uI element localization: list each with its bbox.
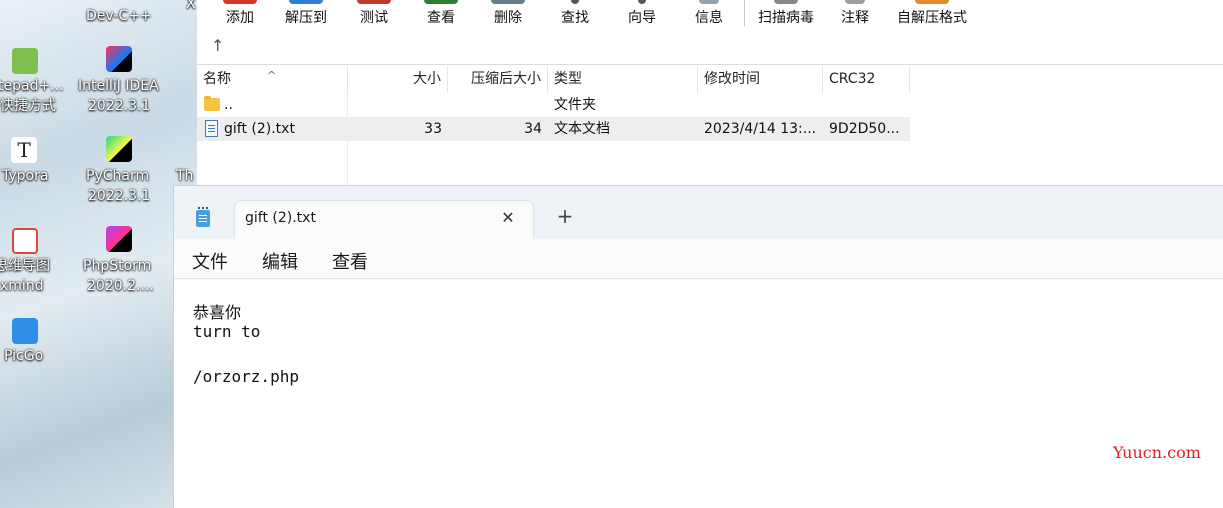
- row-packed-size: 34: [524, 121, 542, 137]
- add-icon: [223, 0, 257, 4]
- desktop-label-partial-x[interactable]: X: [186, 0, 196, 14]
- scan-virus-button[interactable]: 扫描病毒: [753, 0, 819, 30]
- desktop-label-xmind-2[interactable]: xmind: [0, 276, 44, 296]
- intellij-idea-icon[interactable]: [106, 46, 132, 72]
- extract-icon: [289, 0, 323, 4]
- menu-view[interactable]: 查看: [332, 248, 368, 274]
- notepad-tab-title: gift (2).txt: [245, 210, 316, 226]
- scan-virus-button-label: 扫描病毒: [758, 10, 814, 26]
- column-header-crc[interactable]: CRC32: [823, 66, 910, 93]
- table-row[interactable]: .. 文件夹: [197, 93, 910, 117]
- test-button-label: 测试: [360, 10, 388, 26]
- comment-button-label: 注释: [841, 10, 869, 26]
- notepad-tab[interactable]: gift (2).txt ✕: [234, 200, 534, 240]
- info-button[interactable]: 信息: [689, 0, 729, 30]
- wizard-button-label: 向导: [628, 10, 656, 26]
- extract-to-button-label: 解压到: [285, 10, 327, 26]
- pycharm-icon[interactable]: [106, 136, 132, 162]
- find-icon: [571, 0, 579, 4]
- table-row-selected[interactable]: gift (2).txt 33 34 文本文档 2023/4/14 13:...…: [197, 117, 910, 141]
- add-button[interactable]: 添加: [219, 0, 261, 30]
- desktop-label-xmind-1[interactable]: 思维导图: [0, 256, 50, 276]
- row-crc: 9D2D50...: [829, 121, 900, 137]
- row-name: gift (2).txt: [224, 121, 295, 137]
- text-file-icon: [205, 120, 218, 137]
- toolbar-border: [197, 64, 1223, 65]
- delete-icon: [491, 0, 525, 4]
- editor-line-4: /orzorz.php: [193, 367, 299, 386]
- wizard-icon: [638, 0, 646, 4]
- notepad-app-icon: [194, 207, 212, 227]
- comment-icon: [845, 0, 865, 4]
- close-tab-icon[interactable]: ✕: [497, 207, 519, 229]
- phpstorm-icon[interactable]: [106, 226, 132, 252]
- xmind-icon[interactable]: [12, 228, 38, 254]
- delete-button[interactable]: 删除: [488, 0, 528, 30]
- archive-window: 添加 解压到 测试 查看 删除 查找 向导 信息 扫描病毒 注释 自解压格式 ↑…: [197, 0, 1223, 188]
- test-icon: [357, 0, 391, 4]
- desktop-label-devcpp[interactable]: Dev-C++: [86, 6, 152, 26]
- sort-ascending-icon: ^: [267, 69, 277, 82]
- wizard-button[interactable]: 向导: [622, 0, 662, 30]
- info-icon: [699, 0, 719, 4]
- desktop-label-phpstorm-1[interactable]: PhpStorm: [83, 256, 151, 276]
- test-button[interactable]: 测试: [354, 0, 394, 30]
- editor-line-1: 恭喜你: [193, 303, 242, 322]
- menu-edit[interactable]: 编辑: [262, 248, 298, 274]
- column-header-size[interactable]: 大小: [348, 66, 448, 93]
- column-header-type[interactable]: 类型: [548, 66, 698, 93]
- desktop-label-notepadpp-2[interactable]: 快捷方式: [0, 96, 56, 116]
- notepad-window: gift (2).txt ✕ + 文件 编辑 查看 恭喜你 turn to /o…: [173, 185, 1223, 508]
- find-button[interactable]: 查找: [555, 0, 595, 30]
- new-tab-button[interactable]: +: [554, 205, 576, 227]
- column-header-packed[interactable]: 压缩后大小: [448, 66, 548, 93]
- picgo-icon[interactable]: [12, 318, 38, 344]
- desktop-label-pycharm-2[interactable]: 2022.3.1: [88, 186, 150, 206]
- desktop-label-notepadpp-1[interactable]: tepad+...: [0, 76, 64, 96]
- folder-icon: [204, 96, 220, 111]
- row-name: ..: [224, 97, 233, 113]
- comment-button[interactable]: 注释: [835, 0, 875, 30]
- watermark: Yuucn.com: [1113, 443, 1201, 462]
- notepad-plus-icon[interactable]: [12, 48, 38, 74]
- row-modified: 2023/4/14 13:...: [704, 121, 817, 137]
- notepad-menu-bar: 文件 编辑 查看: [174, 239, 1223, 279]
- delete-button-label: 删除: [494, 10, 522, 26]
- column-header-name-label: 名称: [203, 71, 231, 87]
- row-type: 文件夹: [554, 97, 596, 113]
- view-button-label: 查看: [427, 10, 455, 26]
- column-header-modified[interactable]: 修改时间: [698, 66, 823, 93]
- sfx-button[interactable]: 自解压格式: [892, 0, 972, 30]
- desktop-label-typora[interactable]: Typora: [2, 166, 48, 186]
- view-button[interactable]: 查看: [421, 0, 461, 30]
- extract-to-button[interactable]: 解压到: [281, 0, 331, 30]
- desktop-label-phpstorm-2[interactable]: 2020.2....: [87, 276, 154, 296]
- up-folder-button[interactable]: ↑: [211, 36, 224, 55]
- view-icon: [424, 0, 458, 4]
- find-button-label: 查找: [561, 10, 589, 26]
- desktop-label-pycharm-1[interactable]: PyCharm: [86, 166, 149, 186]
- column-header-name[interactable]: 名称 ^: [197, 66, 348, 93]
- typora-icon[interactable]: T: [11, 137, 37, 163]
- desktop-label-intellij-2[interactable]: 2022.3.1: [88, 96, 150, 116]
- toolbar-separator: [744, 0, 745, 26]
- desktop-label-intellij-1[interactable]: IntelliJ IDEA: [78, 76, 159, 96]
- desktop-background: Dev-C++ X tepad+... 快捷方式 IntelliJ IDEA 2…: [0, 0, 200, 508]
- editor-line-2: turn to: [193, 322, 261, 341]
- scan-virus-icon: [774, 0, 798, 4]
- archive-toolbar: 添加 解压到 测试 查看 删除 查找 向导 信息 扫描病毒 注释 自解压格式 ↑: [197, 0, 1223, 62]
- desktop-label-partial-th[interactable]: Th: [176, 166, 193, 186]
- menu-file[interactable]: 文件: [192, 248, 228, 274]
- notepad-editor[interactable]: 恭喜你 turn to /orzorz.php Yuucn.com: [174, 280, 1223, 508]
- sfx-button-label: 自解压格式: [897, 10, 967, 26]
- add-button-label: 添加: [226, 10, 254, 26]
- notepad-tab-bar: gift (2).txt ✕ +: [174, 186, 1223, 240]
- info-button-label: 信息: [695, 10, 723, 26]
- sfx-icon: [915, 0, 949, 4]
- row-type: 文本文档: [554, 121, 610, 137]
- row-size: 33: [424, 121, 442, 137]
- desktop-label-picgo[interactable]: PicGo: [4, 346, 43, 366]
